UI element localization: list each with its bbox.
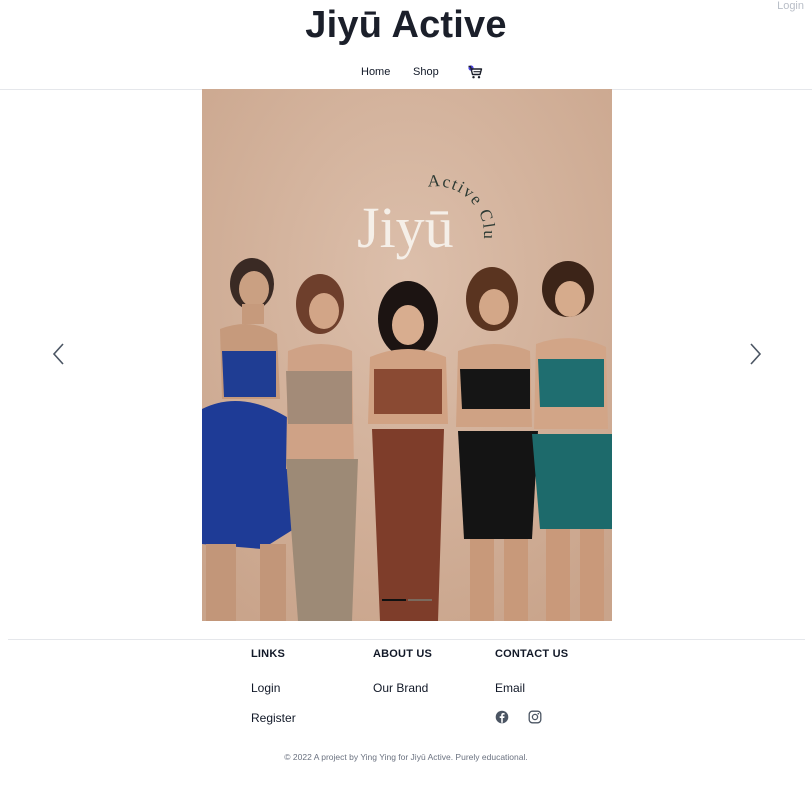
carousel-indicator[interactable] <box>408 599 432 601</box>
carousel-indicator[interactable] <box>382 599 406 601</box>
carousel-slide-image: Jiyū Active Club <box>202 89 612 621</box>
model-figure <box>368 281 448 621</box>
footer-about-heading: ABOUT US <box>373 648 433 660</box>
instagram-icon[interactable] <box>528 710 542 724</box>
chevron-left-icon[interactable] <box>49 341 69 367</box>
facebook-icon[interactable] <box>495 710 509 724</box>
slide-logo-text: Jiyū <box>357 195 454 260</box>
footer-about-column: ABOUT US Our Brand <box>373 648 493 695</box>
footer-login-link[interactable]: Login <box>251 681 280 695</box>
footer-contact-heading: CONTACT US <box>495 648 569 660</box>
hero-carousel: Jiyū Active Club <box>0 89 812 621</box>
nav-shop-link[interactable]: Shop <box>413 66 439 78</box>
social-links <box>495 710 542 724</box>
footer-links-heading: LINKS <box>251 648 285 660</box>
footer-register-link[interactable]: Register <box>251 711 296 725</box>
footer-contact-column: CONTACT US Email <box>495 648 615 724</box>
carousel-indicators <box>382 599 432 601</box>
footer-our-brand-link[interactable]: Our Brand <box>373 681 428 695</box>
nav-home-link[interactable]: Home <box>361 66 390 78</box>
footer-links-column: LINKS Login Register <box>251 648 371 725</box>
copyright-text: © 2022 A project by Ying Ying for Jiyū A… <box>284 752 528 762</box>
chevron-right-icon[interactable] <box>745 341 765 367</box>
brand-title: Jiyū Active <box>305 4 507 46</box>
hero-photo-illustration: Jiyū Active Club <box>202 89 612 621</box>
footer-email-link[interactable]: Email <box>495 681 525 695</box>
footer-divider <box>8 639 805 640</box>
cart-icon[interactable] <box>467 64 483 80</box>
